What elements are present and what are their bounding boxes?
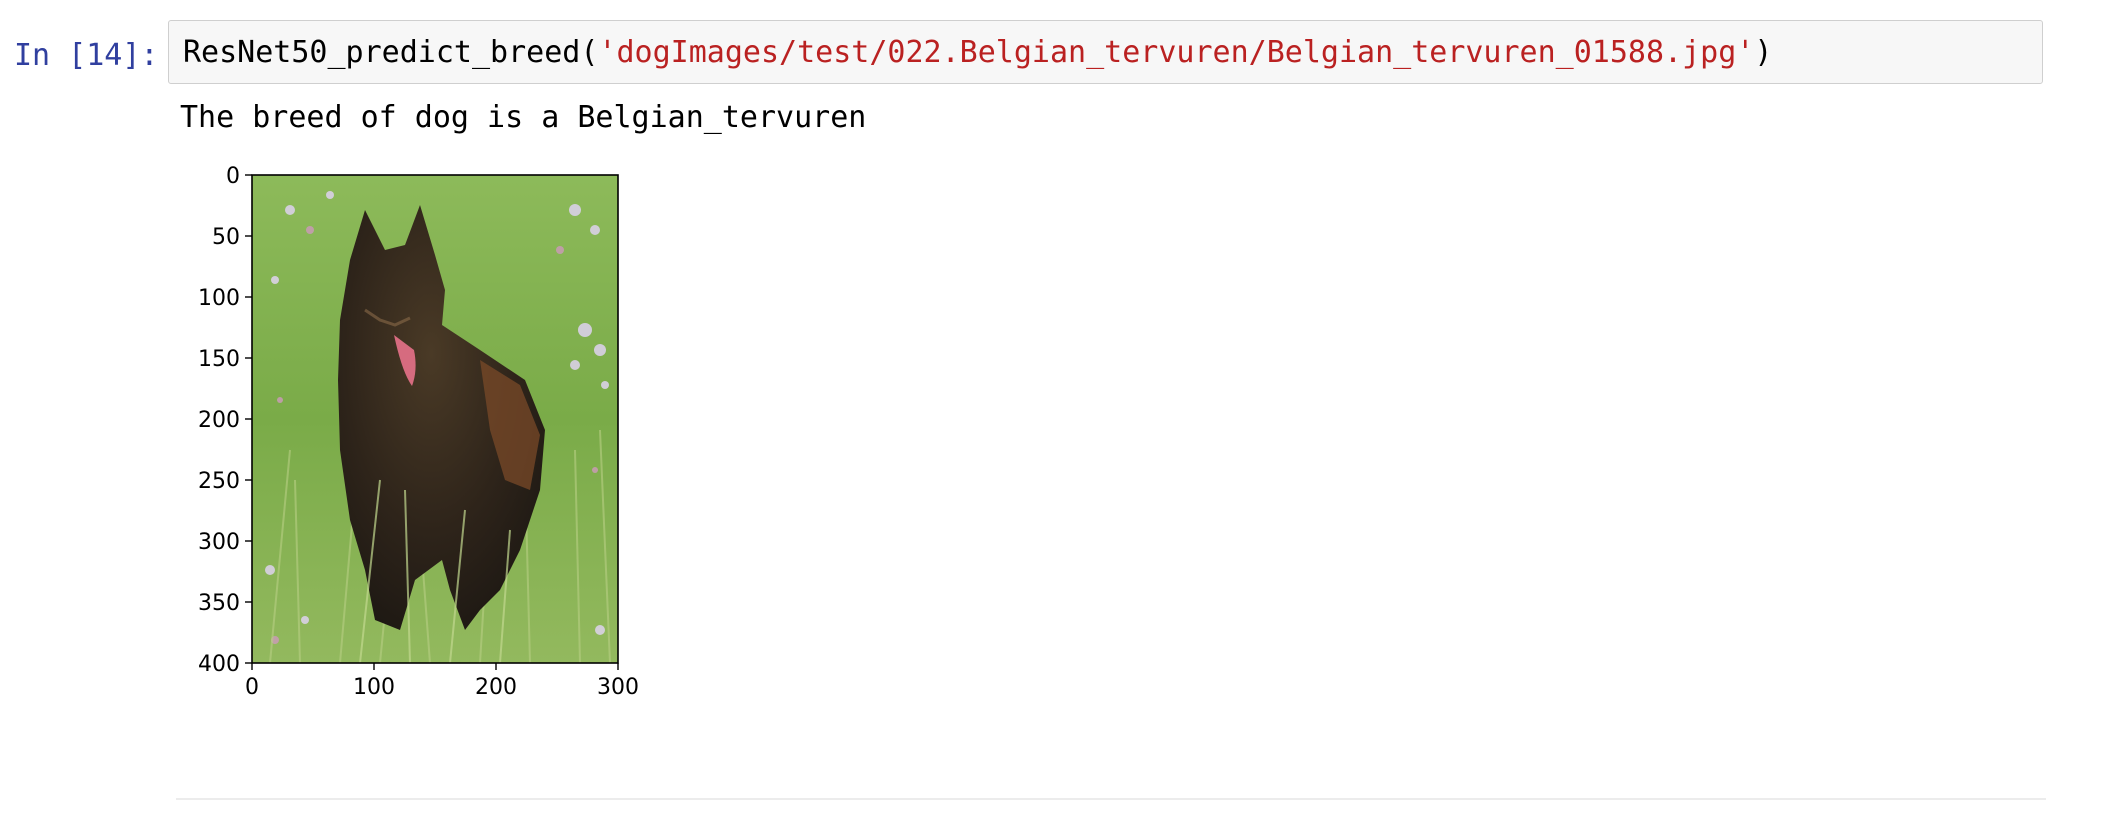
plot-output: 0 50 100 150 200 250 300 350 400 0 100 200 300 bbox=[198, 164, 639, 700]
y-tick-label: 250 bbox=[198, 469, 240, 494]
code-close-paren: ) bbox=[1754, 35, 1773, 70]
y-tick-label: 0 bbox=[226, 164, 240, 189]
y-tick-label: 200 bbox=[198, 408, 240, 433]
x-tick-label: 200 bbox=[475, 675, 517, 700]
y-tick-label: 300 bbox=[198, 530, 240, 555]
code-string-literal: 'dogImages/test/022.Belgian_tervuren/Bel… bbox=[598, 35, 1755, 70]
y-axis: 0 50 100 150 200 250 300 350 400 bbox=[198, 164, 252, 677]
dog-photo bbox=[252, 175, 618, 663]
y-tick-label: 50 bbox=[212, 225, 240, 250]
x-tick-label: 100 bbox=[353, 675, 395, 700]
x-tick-label: 0 bbox=[245, 675, 259, 700]
cell-prompt: In [14]: bbox=[14, 38, 159, 73]
y-tick-label: 150 bbox=[198, 347, 240, 372]
code-function-call: ResNet50_predict_breed( bbox=[183, 35, 599, 70]
y-tick-label: 350 bbox=[198, 591, 240, 616]
code-line[interactable]: ResNet50_predict_breed('dogImages/test/0… bbox=[183, 35, 1772, 71]
x-tick-label: 300 bbox=[597, 675, 639, 700]
code-cell-input[interactable]: ResNet50_predict_breed('dogImages/test/0… bbox=[168, 20, 2043, 84]
cell-stdout: The breed of dog is a Belgian_tervuren bbox=[180, 100, 867, 135]
cell-separator bbox=[176, 798, 2046, 800]
y-tick-label: 400 bbox=[198, 652, 240, 677]
x-axis: 0 100 200 300 bbox=[245, 663, 639, 700]
y-tick-label: 100 bbox=[198, 286, 240, 311]
